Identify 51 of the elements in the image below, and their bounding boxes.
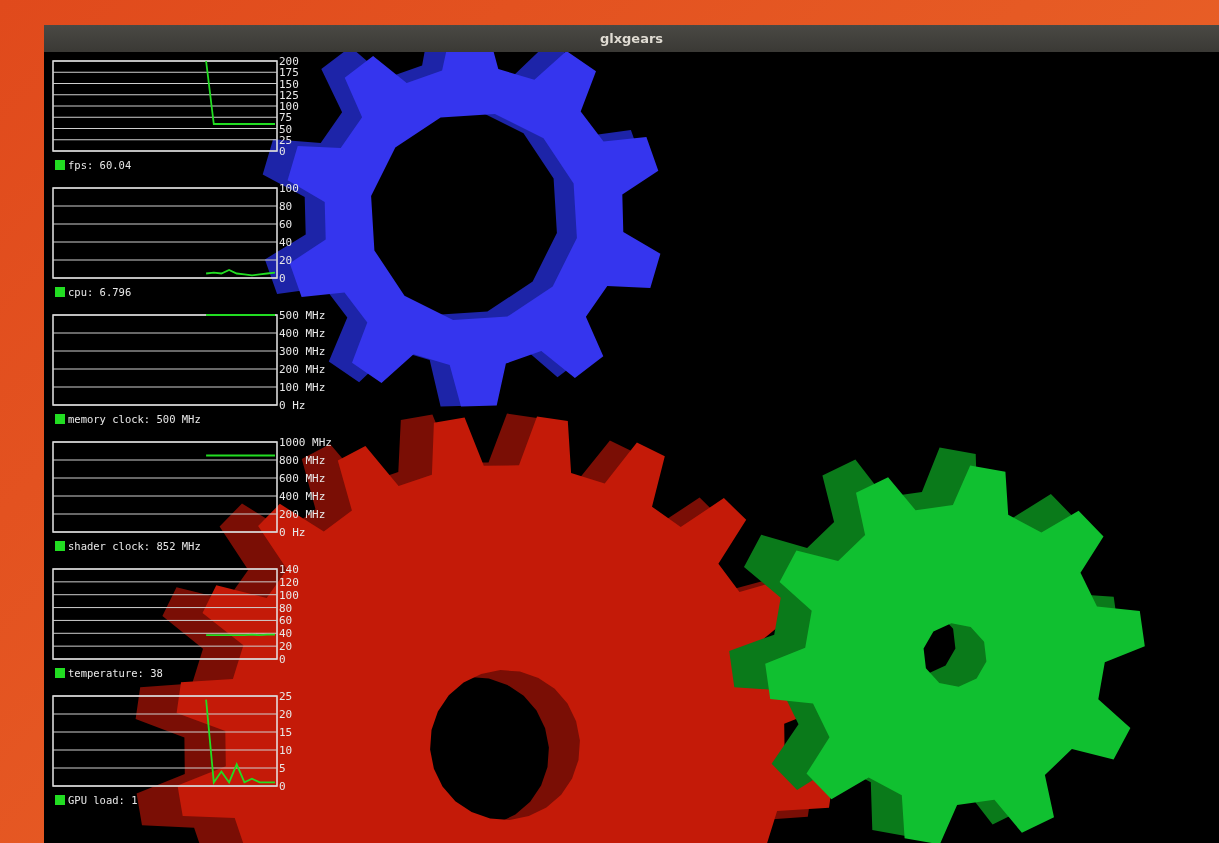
axis-tick-label: 60 [279,218,293,231]
axis-tick-label: 25 [279,690,293,703]
legend-label: memory clock: 500 MHz [68,413,201,425]
axis-tick-label: 800 MHz [279,454,326,467]
axis-tick-label: 20 [279,640,293,654]
axis-tick-label: 20 [279,254,293,267]
axis-tick-label: 400 MHz [279,327,326,340]
series-line [205,633,276,637]
axis-tick-label: 125 [279,88,299,102]
axis-tick-label: 5 [279,762,286,775]
axis-tick-label: 0 [279,145,286,158]
axis-tick-label: 200 MHz [279,508,326,521]
axis-tick-label: 140 [279,563,299,576]
window-title: glxgears [599,31,664,46]
axis-tick-label: 75 [279,111,293,125]
axis-tick-label: 0 Hz [279,526,306,539]
axis-tick-label: 120 [279,575,299,589]
axis-tick-label: 100 [279,588,299,602]
axis-tick-label: 0 [279,653,286,666]
axis-tick-label: 80 [279,601,293,615]
axis-tick-label: 1000 MHz [279,436,332,449]
series-line [205,268,276,277]
axis-tick-label: 50 [279,122,293,136]
axis-tick-label: 400 MHz [279,490,326,503]
axis-tick-label: 300 MHz [279,345,326,358]
axis-tick-label: 0 [279,272,286,285]
axis-tick-label: 40 [279,627,293,641]
axis-tick-label: 150 [279,77,299,91]
series-line [205,60,276,125]
legend-label: temperature: 38 [68,667,163,679]
legend-label: shader clock: 852 MHz [68,540,201,552]
axis-tick-label: 20 [279,708,293,721]
series-line [205,314,276,316]
axis-tick-label: 10 [279,744,293,757]
axis-tick-label: 40 [279,236,293,249]
axis-tick-label: 200 MHz [279,363,326,376]
axis-tick-label: 60 [279,614,293,628]
axis-tick-label: 15 [279,726,293,739]
axis-tick-label: 500 MHz [279,309,326,322]
legend-label: GPU load: 1 [68,794,138,806]
series-line [205,454,276,457]
legend-label: fps: 60.04 [68,159,132,171]
legend-label: cpu: 6.796 [68,286,132,298]
axis-tick-label: 200 [279,55,299,68]
axis-tick-label: 0 Hz [279,399,306,412]
axis-tick-label: 0 [279,780,286,793]
axis-tick-label: 600 MHz [279,472,326,485]
axis-tick-label: 80 [279,200,293,213]
axis-tick-label: 100 MHz [279,381,326,394]
axis-tick-label: 175 [279,66,299,80]
axis-tick-label: 100 [279,100,299,113]
